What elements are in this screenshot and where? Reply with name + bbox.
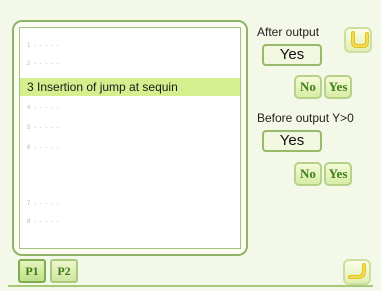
screen: 1 - - - - - 2 - - - - - 3 Insertion of j… — [0, 0, 381, 291]
enter-arrow-icon — [351, 31, 369, 48]
function-list-panel: 1 - - - - - 2 - - - - - 3 Insertion of j… — [12, 20, 248, 256]
return-arrow-icon — [348, 263, 366, 279]
tab-p2[interactable]: P2 — [50, 259, 78, 283]
after-output-value: Yes — [262, 44, 322, 66]
after-output-no-button[interactable]: No — [294, 75, 322, 99]
return-button[interactable] — [343, 259, 371, 285]
list-item[interactable]: 8 - - - - - — [20, 214, 240, 230]
function-list[interactable]: 1 - - - - - 2 - - - - - 3 Insertion of j… — [19, 27, 241, 249]
after-output-label: After output — [257, 25, 320, 39]
after-output-yes-button[interactable]: Yes — [324, 75, 352, 99]
list-item[interactable]: 7 - - - - - — [20, 196, 240, 212]
tab-p1[interactable]: P1 — [18, 259, 46, 283]
list-item[interactable]: 2 - - - - - — [20, 56, 240, 72]
before-output-value: Yes — [262, 130, 322, 152]
list-item[interactable]: 4 - - - - - — [20, 100, 240, 116]
before-output-label: Before output Y>0 — [257, 111, 354, 125]
before-output-no-button[interactable]: No — [294, 162, 322, 186]
before-output-yes-button[interactable]: Yes — [324, 162, 352, 186]
list-item-selected[interactable]: 3 Insertion of jump at sequin — [20, 78, 240, 96]
enter-button[interactable] — [344, 27, 372, 53]
list-item[interactable]: 5 - - - - - — [20, 120, 240, 136]
list-item[interactable]: 6 - - - - - — [20, 140, 240, 156]
list-item[interactable]: 1 - - - - - — [20, 38, 240, 54]
bottom-divider — [8, 285, 373, 287]
